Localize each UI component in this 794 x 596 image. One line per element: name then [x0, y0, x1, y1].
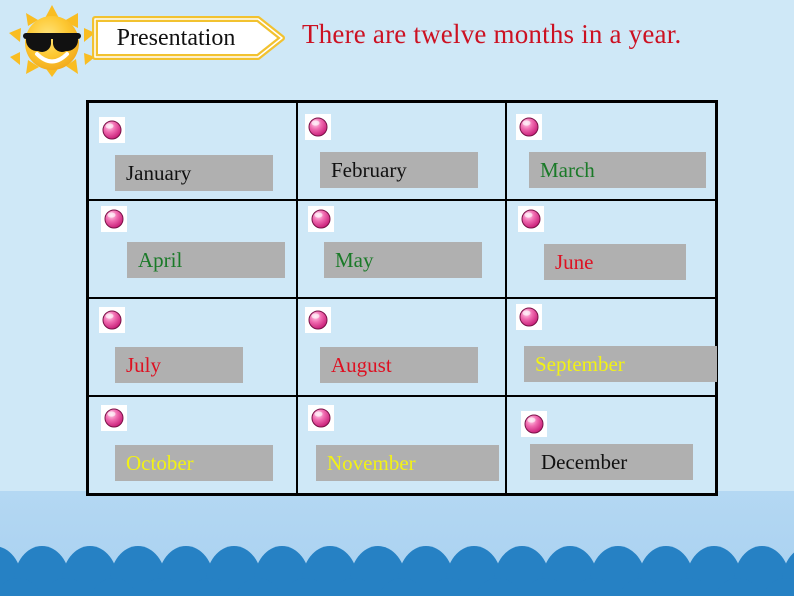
- month-label: July: [126, 353, 162, 377]
- month-label: October: [126, 451, 194, 475]
- month-label: August: [331, 353, 392, 377]
- month-cell-august[interactable]: August: [296, 297, 507, 397]
- table-row: January February March: [86, 100, 718, 201]
- month-label: September: [535, 352, 625, 376]
- pink-sphere-bullet-icon: [518, 206, 544, 232]
- month-label-box: July: [115, 347, 243, 383]
- pink-sphere-bullet-icon: [516, 304, 542, 330]
- month-label: November: [327, 451, 416, 475]
- month-label-box: November: [316, 445, 499, 481]
- month-label-box: October: [115, 445, 273, 481]
- month-label-box: February: [320, 152, 478, 188]
- month-label-box: June: [544, 244, 686, 280]
- pink-sphere-bullet-icon: [305, 307, 331, 333]
- banner-label: Presentation: [116, 25, 236, 51]
- pink-sphere-bullet-icon: [305, 114, 331, 140]
- pink-sphere-bullet-icon: [308, 405, 334, 431]
- month-label-box: December: [530, 444, 693, 480]
- month-cell-december[interactable]: December: [505, 395, 718, 496]
- slide-header: Presentation There are twelve months in …: [0, 0, 794, 92]
- months-table: January February March April May June Ju…: [86, 100, 718, 496]
- month-label-box: May: [324, 242, 482, 278]
- month-label: March: [540, 158, 595, 182]
- month-cell-november[interactable]: November: [296, 395, 507, 496]
- month-cell-february[interactable]: February: [296, 100, 507, 201]
- month-label: April: [138, 248, 183, 272]
- slide-canvas: Presentation There are twelve months in …: [0, 0, 794, 596]
- month-label: May: [335, 248, 374, 272]
- pink-sphere-bullet-icon: [99, 117, 125, 143]
- month-cell-september[interactable]: September: [505, 297, 718, 397]
- page-title: There are twelve months in a year.: [302, 19, 682, 49]
- pink-sphere-bullet-icon: [99, 307, 125, 333]
- table-row: April May June: [86, 199, 718, 299]
- presentation-banner[interactable]: Presentation: [92, 14, 285, 62]
- month-label: February: [331, 158, 407, 182]
- month-cell-april[interactable]: April: [86, 199, 298, 299]
- pink-sphere-bullet-icon: [308, 206, 334, 232]
- table-row: July August September: [86, 297, 718, 397]
- month-cell-may[interactable]: May: [296, 199, 507, 299]
- month-label-box: August: [320, 347, 478, 383]
- table-row: October November December: [86, 395, 718, 496]
- month-label: December: [541, 450, 628, 474]
- month-label: January: [126, 161, 192, 185]
- month-label-box: January: [115, 155, 273, 191]
- month-label-box: April: [127, 242, 285, 278]
- wave-decoration: [0, 530, 794, 596]
- pink-sphere-bullet-icon: [521, 411, 547, 437]
- pink-sphere-bullet-icon: [101, 206, 127, 232]
- pink-sphere-bullet-icon: [516, 114, 542, 140]
- month-cell-october[interactable]: October: [86, 395, 298, 496]
- pink-sphere-bullet-icon: [101, 405, 127, 431]
- month-cell-march[interactable]: March: [505, 100, 718, 201]
- month-cell-july[interactable]: July: [86, 297, 298, 397]
- month-label-box: September: [524, 346, 717, 382]
- months-table-body: January February March April May June Ju…: [86, 100, 718, 496]
- month-label-box: March: [529, 152, 706, 188]
- month-label: June: [555, 250, 594, 274]
- month-cell-june[interactable]: June: [505, 199, 718, 299]
- month-cell-january[interactable]: January: [86, 100, 298, 201]
